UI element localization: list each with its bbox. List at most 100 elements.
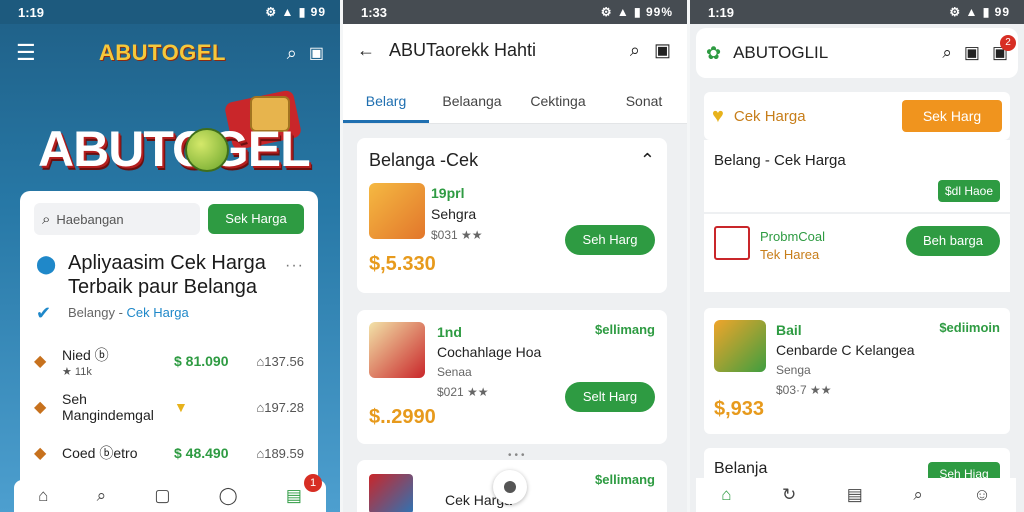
status-bar: 1:19 ⚙ ▲ ▮ 99 bbox=[690, 0, 1024, 24]
back-arrow-icon[interactable]: ← bbox=[357, 40, 375, 61]
list-icon[interactable]: ▤ bbox=[286, 486, 302, 506]
tab-belarg[interactable]: Belarg bbox=[343, 93, 429, 123]
bottom-nav: ⌂ ↻ ▤ ⌕ ☺ bbox=[696, 478, 1016, 512]
phone-list-screen: 1:33 ⚙ ▲ ▮ 99% ← ABUTaorekk Hahti ⌕ ▣ Be… bbox=[343, 0, 687, 512]
stock-label: $ellimang bbox=[595, 472, 655, 487]
item-badge-icon: ▼ bbox=[174, 399, 188, 415]
bag-icon: ◆ bbox=[34, 353, 47, 370]
search-icon[interactable]: ⌕ bbox=[97, 486, 107, 506]
check-price-button[interactable]: Sek Harga bbox=[208, 204, 304, 234]
product-rating: $021 ★★ bbox=[437, 385, 489, 399]
search-icon[interactable]: ⌕ bbox=[942, 43, 952, 63]
location-pin-icon: ⬤ bbox=[36, 254, 57, 274]
check-price-button[interactable]: Beh barga bbox=[906, 226, 1000, 256]
product-rating: $03·7 ★★ bbox=[776, 383, 832, 397]
phone-home-screen: 1:19 ⚙ ▲ ▮ 99 ☰ ABUTOGEL ⌕ ▣ ABUTOGEL ⌕ … bbox=[0, 0, 340, 512]
app-bar: ← ABUTaorekk Hahti ⌕ ▣ bbox=[343, 24, 687, 76]
explore-icon[interactable]: ◯ bbox=[219, 486, 238, 506]
item-name: Seh Mangindemgal bbox=[62, 391, 154, 423]
list-item[interactable]: ◆ Coed ⓑetro $ 48.490 ⌂189.59 bbox=[34, 430, 304, 476]
price-list: ◆ Nied ⓑ ★ 11k $ 81.090 ⌂137.56 ◆ Seh Ma… bbox=[34, 338, 304, 476]
menu-icon[interactable]: ☰ bbox=[16, 42, 38, 64]
item-meta: ProbmCoal Tek Harea bbox=[760, 228, 825, 264]
product-item: 19prl Sehgra $031 ★★ $,5.330 Seh Harg bbox=[369, 183, 655, 293]
search-icon[interactable]: ⌕ bbox=[913, 485, 923, 505]
list-item[interactable]: ◆ Nied ⓑ ★ 11k $ 81.090 ⌂137.56 bbox=[34, 338, 304, 384]
home-icon[interactable]: ⌂ bbox=[38, 486, 48, 506]
section-title: Belanga -Cek bbox=[369, 150, 479, 170]
item-rating: ★ 11k bbox=[62, 365, 92, 378]
list-item[interactable]: Belang - Cek Harga $dl Haoe bbox=[704, 140, 1010, 212]
app-logo: ABUTOGEL bbox=[98, 40, 226, 65]
item-name: Coed ⓑetro bbox=[62, 445, 138, 461]
headline-subtitle-prefix: Belangy - bbox=[68, 305, 127, 320]
floating-action-button[interactable] bbox=[493, 470, 527, 504]
status-bar: 1:19 ⚙ ▲ ▮ 99 bbox=[0, 0, 340, 24]
product-price: $,933 bbox=[714, 398, 765, 420]
chevron-up-icon[interactable]: ⌃ bbox=[640, 150, 655, 171]
status-bar: 1:33 ⚙ ▲ ▮ 99% bbox=[343, 0, 687, 24]
video-icon[interactable]: ▢ bbox=[154, 486, 170, 506]
status-icons: ⚙ ▲ ▮ 99 bbox=[265, 5, 326, 19]
bottom-nav: ⌂ ⌕ ▢ ◯ ▤ 1 bbox=[14, 474, 326, 512]
notification-badge: 2 bbox=[1000, 35, 1016, 51]
status-icons: ⚙ ▲ ▮ 99 bbox=[949, 5, 1010, 19]
tab-cektinga[interactable]: Cektinga bbox=[515, 93, 601, 123]
small-check-button[interactable]: $dl Haoe bbox=[938, 180, 1000, 202]
product-meta: Bail Cenbarde C Kelangea Senga $03·7 ★★ bbox=[776, 320, 915, 400]
search-placeholder: Haebangan bbox=[56, 211, 124, 227]
notification-icon[interactable]: ▣ bbox=[309, 43, 324, 63]
product-sub: Senaa bbox=[437, 365, 472, 379]
check-price-button[interactable]: Seh Harg bbox=[565, 225, 655, 255]
price-check-card: ⌕ Haebangan Sek Harga ⬤ Apliyaasim Cek H… bbox=[20, 191, 318, 512]
item-sub: Tek Harea bbox=[760, 247, 820, 262]
list-item[interactable]: ProbmCoal Tek Harea Beh barga bbox=[704, 214, 1010, 292]
product-sub: Senga bbox=[776, 363, 811, 377]
search-icon[interactable]: ⌕ bbox=[630, 40, 640, 61]
tab-belaanga[interactable]: Belaanga bbox=[429, 93, 515, 123]
refresh-icon[interactable]: ↻ bbox=[782, 485, 796, 505]
tab-sonat[interactable]: Sonat bbox=[601, 93, 687, 123]
status-icons: ⚙ ▲ ▮ 99% bbox=[600, 5, 673, 19]
notification-icon[interactable]: ▣ 2 bbox=[992, 35, 1016, 63]
home-icon[interactable]: ⌂ bbox=[721, 485, 731, 505]
product-name: Cochahlage Hoa bbox=[437, 344, 542, 360]
bag-icon: ◆ bbox=[34, 445, 47, 462]
product-card: Bail Cenbarde C Kelangea Senga $03·7 ★★ … bbox=[704, 308, 1010, 434]
check-price-button[interactable]: Selt Harg bbox=[565, 382, 655, 412]
product-rating: $031 ★★ bbox=[431, 228, 483, 242]
headline-block: ⬤ Apliyaasim Cek Harga Terbaik paur Bela… bbox=[34, 251, 304, 323]
item-name: Nied ⓑ bbox=[62, 346, 109, 363]
cart-icon[interactable]: ▣ bbox=[654, 40, 671, 61]
wallet-icon[interactable]: ▤ bbox=[847, 485, 863, 505]
document-icon bbox=[714, 226, 750, 260]
tab-bar: Belarg Belaanga Cektinga Sonat bbox=[343, 76, 687, 124]
stock-label: $ellimang bbox=[595, 322, 655, 337]
screenshot-stage: 1:19 ⚙ ▲ ▮ 99 ☰ ABUTOGEL ⌕ ▣ ABUTOGEL ⌕ … bbox=[0, 0, 1024, 512]
bag-icon: ◆ bbox=[34, 399, 47, 416]
more-options-icon[interactable]: ··· bbox=[285, 257, 304, 275]
headline-subtitle: Belangy - Cek Harga bbox=[68, 305, 304, 320]
section-header[interactable]: Belanga -Cek ⌃ bbox=[369, 150, 655, 171]
item-name-wrap: Nied ⓑ ★ 11k bbox=[56, 345, 174, 378]
message-icon[interactable]: ▣ bbox=[964, 43, 980, 63]
list-item[interactable]: ◆ Seh Mangindemgal ▼ ⌂197.28 bbox=[34, 384, 304, 430]
page-title: ABUTaorekk Hahti bbox=[389, 39, 537, 60]
profile-icon[interactable]: ☺ bbox=[973, 485, 990, 505]
check-price-button[interactable]: Sek Harg bbox=[902, 100, 1002, 132]
search-icon: ⌕ bbox=[42, 210, 51, 228]
item-title: ProbmCoal bbox=[760, 229, 826, 244]
lottery-ball-illustration bbox=[185, 128, 229, 172]
item-price: $ 81.090 bbox=[174, 353, 229, 369]
header-label: Cek Harga bbox=[733, 107, 806, 125]
product-tag: 1nd bbox=[437, 324, 462, 340]
item-count: ⌂137.56 bbox=[256, 353, 304, 369]
item-price: $ 48.490 bbox=[174, 445, 229, 461]
product-name: Sehgra bbox=[431, 206, 477, 222]
search-input[interactable]: ⌕ Haebangan bbox=[34, 203, 200, 235]
search-icon[interactable]: ⌕ bbox=[287, 43, 297, 64]
phone-detail-screen: 1:19 ⚙ ▲ ▮ 99 ✿ ABUTOGLIL ⌕ ▣ ▣ 2 ♥ Cek H… bbox=[690, 0, 1024, 512]
app-bar: ✿ ABUTOGLIL ⌕ ▣ ▣ 2 bbox=[696, 28, 1018, 78]
headline-subtitle-link[interactable]: Cek Harga bbox=[127, 305, 189, 320]
product-price: $..2990 bbox=[369, 406, 436, 428]
